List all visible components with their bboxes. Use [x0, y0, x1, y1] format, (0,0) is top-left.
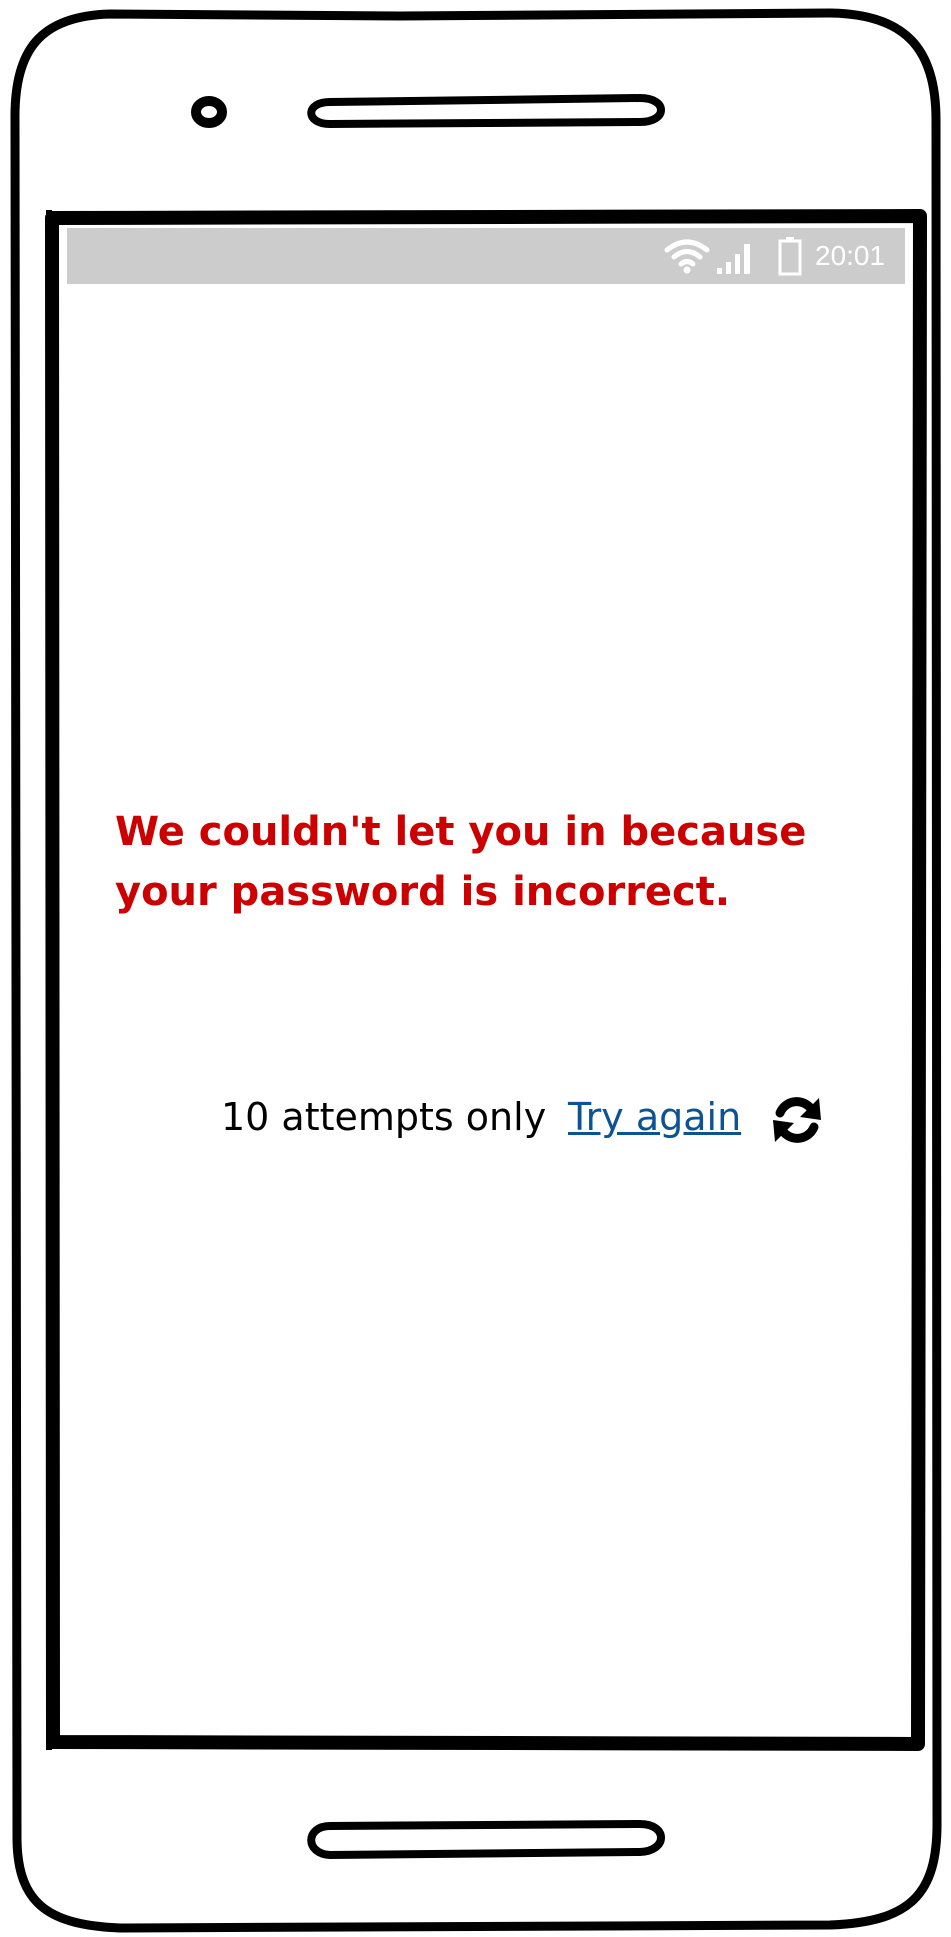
signal-icon [717, 244, 750, 274]
battery-icon [778, 237, 802, 276]
status-bar: 20:01 [67, 228, 905, 284]
refresh-icon[interactable] [767, 1090, 827, 1150]
attempts-remaining-text: 10 attempts only [221, 1095, 547, 1139]
phone-screen: 20:01 We couldn't let you in because you… [67, 228, 905, 1723]
error-message: We couldn't let you in because your pass… [115, 809, 807, 915]
wifi-icon [664, 239, 710, 274]
phone-mockup: 20:01 We couldn't let you in because you… [0, 0, 951, 1937]
status-time: 20:01 [815, 240, 886, 271]
try-again-link[interactable]: Try again [568, 1092, 741, 1142]
